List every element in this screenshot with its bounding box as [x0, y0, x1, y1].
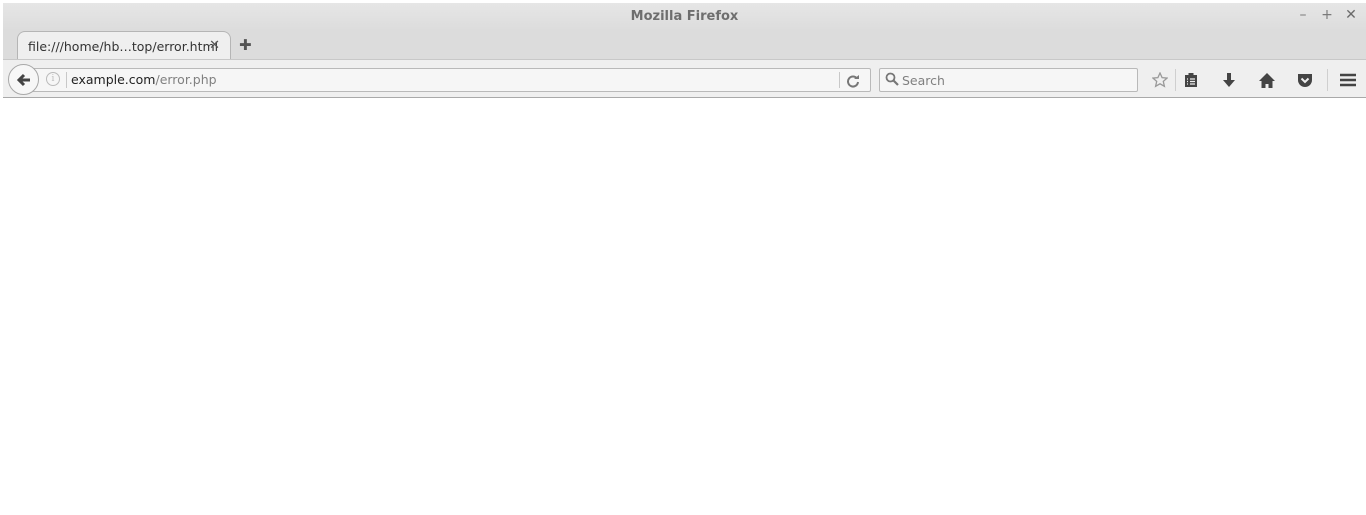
home-icon — [1259, 72, 1275, 88]
search-icon — [885, 72, 899, 86]
back-arrow-icon — [16, 73, 30, 86]
maximize-button[interactable]: + — [1317, 7, 1337, 23]
window-title: Mozilla Firefox — [630, 9, 739, 24]
downloads-icon — [1223, 72, 1235, 87]
url-separator — [66, 72, 67, 88]
close-window-button[interactable]: ✕ — [1341, 7, 1361, 23]
reload-icon — [847, 75, 859, 88]
page-content — [3, 99, 1366, 515]
toolbar-separator — [1327, 69, 1328, 91]
site-info-icon[interactable]: i — [46, 72, 60, 86]
tab-title: file:///home/hb…top/error.html — [28, 39, 219, 54]
url-path: /error.php — [155, 72, 217, 87]
home-button[interactable] — [1255, 69, 1279, 91]
new-tab-button[interactable]: ✚ — [239, 36, 252, 54]
minimize-button[interactable]: – — [1293, 7, 1313, 23]
pocket-icon — [1298, 73, 1312, 87]
reading-list-icon — [1185, 72, 1197, 87]
url-bar[interactable]: i example.com/error.php — [33, 68, 871, 92]
title-bar: Mozilla Firefox – + ✕ — [3, 3, 1366, 31]
open-menu-button[interactable] — [1336, 69, 1360, 91]
toolbar-separator — [1175, 69, 1176, 91]
downloads-button[interactable] — [1217, 69, 1241, 91]
navigation-toolbar: i example.com/error.php — [3, 59, 1366, 98]
bookmark-button[interactable] — [1148, 69, 1172, 91]
reload-separator — [839, 72, 840, 88]
tab-error-html[interactable]: file:///home/hb…top/error.html ✕ — [17, 31, 231, 60]
url-host: example.com — [71, 72, 156, 87]
reload-button[interactable] — [846, 70, 860, 92]
search-input[interactable] — [902, 69, 1132, 91]
hamburger-menu-icon — [1340, 73, 1356, 87]
search-box[interactable] — [879, 68, 1138, 92]
pocket-button[interactable] — [1293, 69, 1317, 91]
tab-bar: file:///home/hb…top/error.html ✕ ✚ — [3, 31, 1366, 60]
back-button[interactable] — [8, 64, 39, 95]
reading-list-button[interactable] — [1179, 69, 1203, 91]
url-text[interactable]: example.com/error.php — [71, 72, 217, 87]
tab-close-icon[interactable]: ✕ — [209, 38, 220, 53]
bookmark-star-icon — [1152, 72, 1168, 88]
browser-window: Mozilla Firefox – + ✕ file:///home/hb…to… — [3, 3, 1366, 515]
